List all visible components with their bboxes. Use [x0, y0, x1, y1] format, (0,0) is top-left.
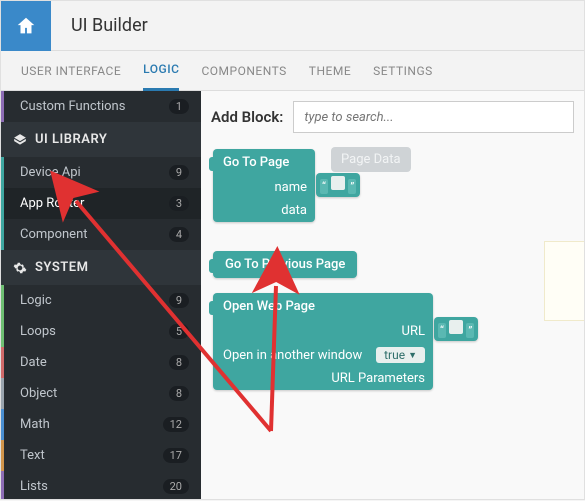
block-page-data-ghost[interactable]: Page Data	[331, 147, 411, 172]
block-go-to-previous-page[interactable]: Go To Previous Page	[213, 251, 357, 278]
tab-user-interface[interactable]: USER INTERFACE	[21, 51, 121, 91]
sidebar-item-label: Device Api	[20, 165, 81, 180]
tab-bar: USER INTERFACE LOGIC COMPONENTS THEME SE…	[1, 51, 584, 91]
block-url-input[interactable]: “ ”	[434, 317, 478, 341]
yellow-panel-edge	[544, 241, 584, 321]
sidebar-item-math[interactable]: Math12	[1, 409, 201, 440]
sidebar-item-count: 4	[169, 227, 189, 242]
sidebar-item-count: 9	[169, 165, 189, 180]
block-name-input[interactable]: “ ”	[316, 173, 360, 197]
tab-settings[interactable]: SETTINGS	[373, 51, 433, 91]
sidebar-item-count: 1	[169, 99, 189, 114]
canvas: Add Block: Go To Page name data “ ” Page…	[201, 91, 584, 499]
layers-icon	[13, 133, 27, 147]
sidebar-item-component[interactable]: Component 4	[1, 219, 201, 250]
home-button[interactable]	[1, 1, 51, 51]
search-input[interactable]	[293, 101, 574, 133]
sidebar-item-logic[interactable]: Logic9	[1, 285, 201, 316]
add-block-label: Add Block:	[211, 108, 283, 126]
tab-components[interactable]: COMPONENTS	[201, 51, 286, 91]
sidebar-item-device-api[interactable]: Device Api 9	[1, 157, 201, 188]
sidebar-item-count: 3	[169, 196, 189, 211]
sidebar-item-label: Custom Functions	[20, 99, 125, 114]
gear-icon	[13, 261, 27, 275]
tab-theme[interactable]: THEME	[309, 51, 351, 91]
sidebar-item-date[interactable]: Date8	[1, 347, 201, 378]
block-go-to-page[interactable]: Go To Page name data	[213, 149, 315, 222]
sidebar-item-lists[interactable]: Lists20	[1, 471, 201, 499]
sidebar: Custom Functions 1 UI LIBRARY Device Api…	[1, 91, 201, 499]
sidebar-item-object[interactable]: Object8	[1, 378, 201, 409]
tab-logic[interactable]: LOGIC	[143, 51, 179, 91]
sidebar-item-text[interactable]: Text17	[1, 440, 201, 471]
sidebar-header-system[interactable]: SYSTEM	[1, 250, 201, 285]
block-open-web-page[interactable]: Open Web Page URL Open in another window…	[213, 293, 433, 390]
sidebar-item-custom-functions[interactable]: Custom Functions 1	[1, 91, 201, 122]
app-title: UI Builder	[71, 15, 148, 36]
sidebar-item-label: Component	[20, 227, 88, 242]
sidebar-item-app-router[interactable]: App Router 3	[1, 188, 201, 219]
sidebar-item-loops[interactable]: Loops5	[1, 316, 201, 347]
sidebar-header-ui-library[interactable]: UI LIBRARY	[1, 122, 201, 157]
home-icon	[15, 15, 37, 37]
sidebar-item-label: App Router	[20, 196, 84, 211]
true-dropdown[interactable]: true▼	[376, 347, 425, 363]
